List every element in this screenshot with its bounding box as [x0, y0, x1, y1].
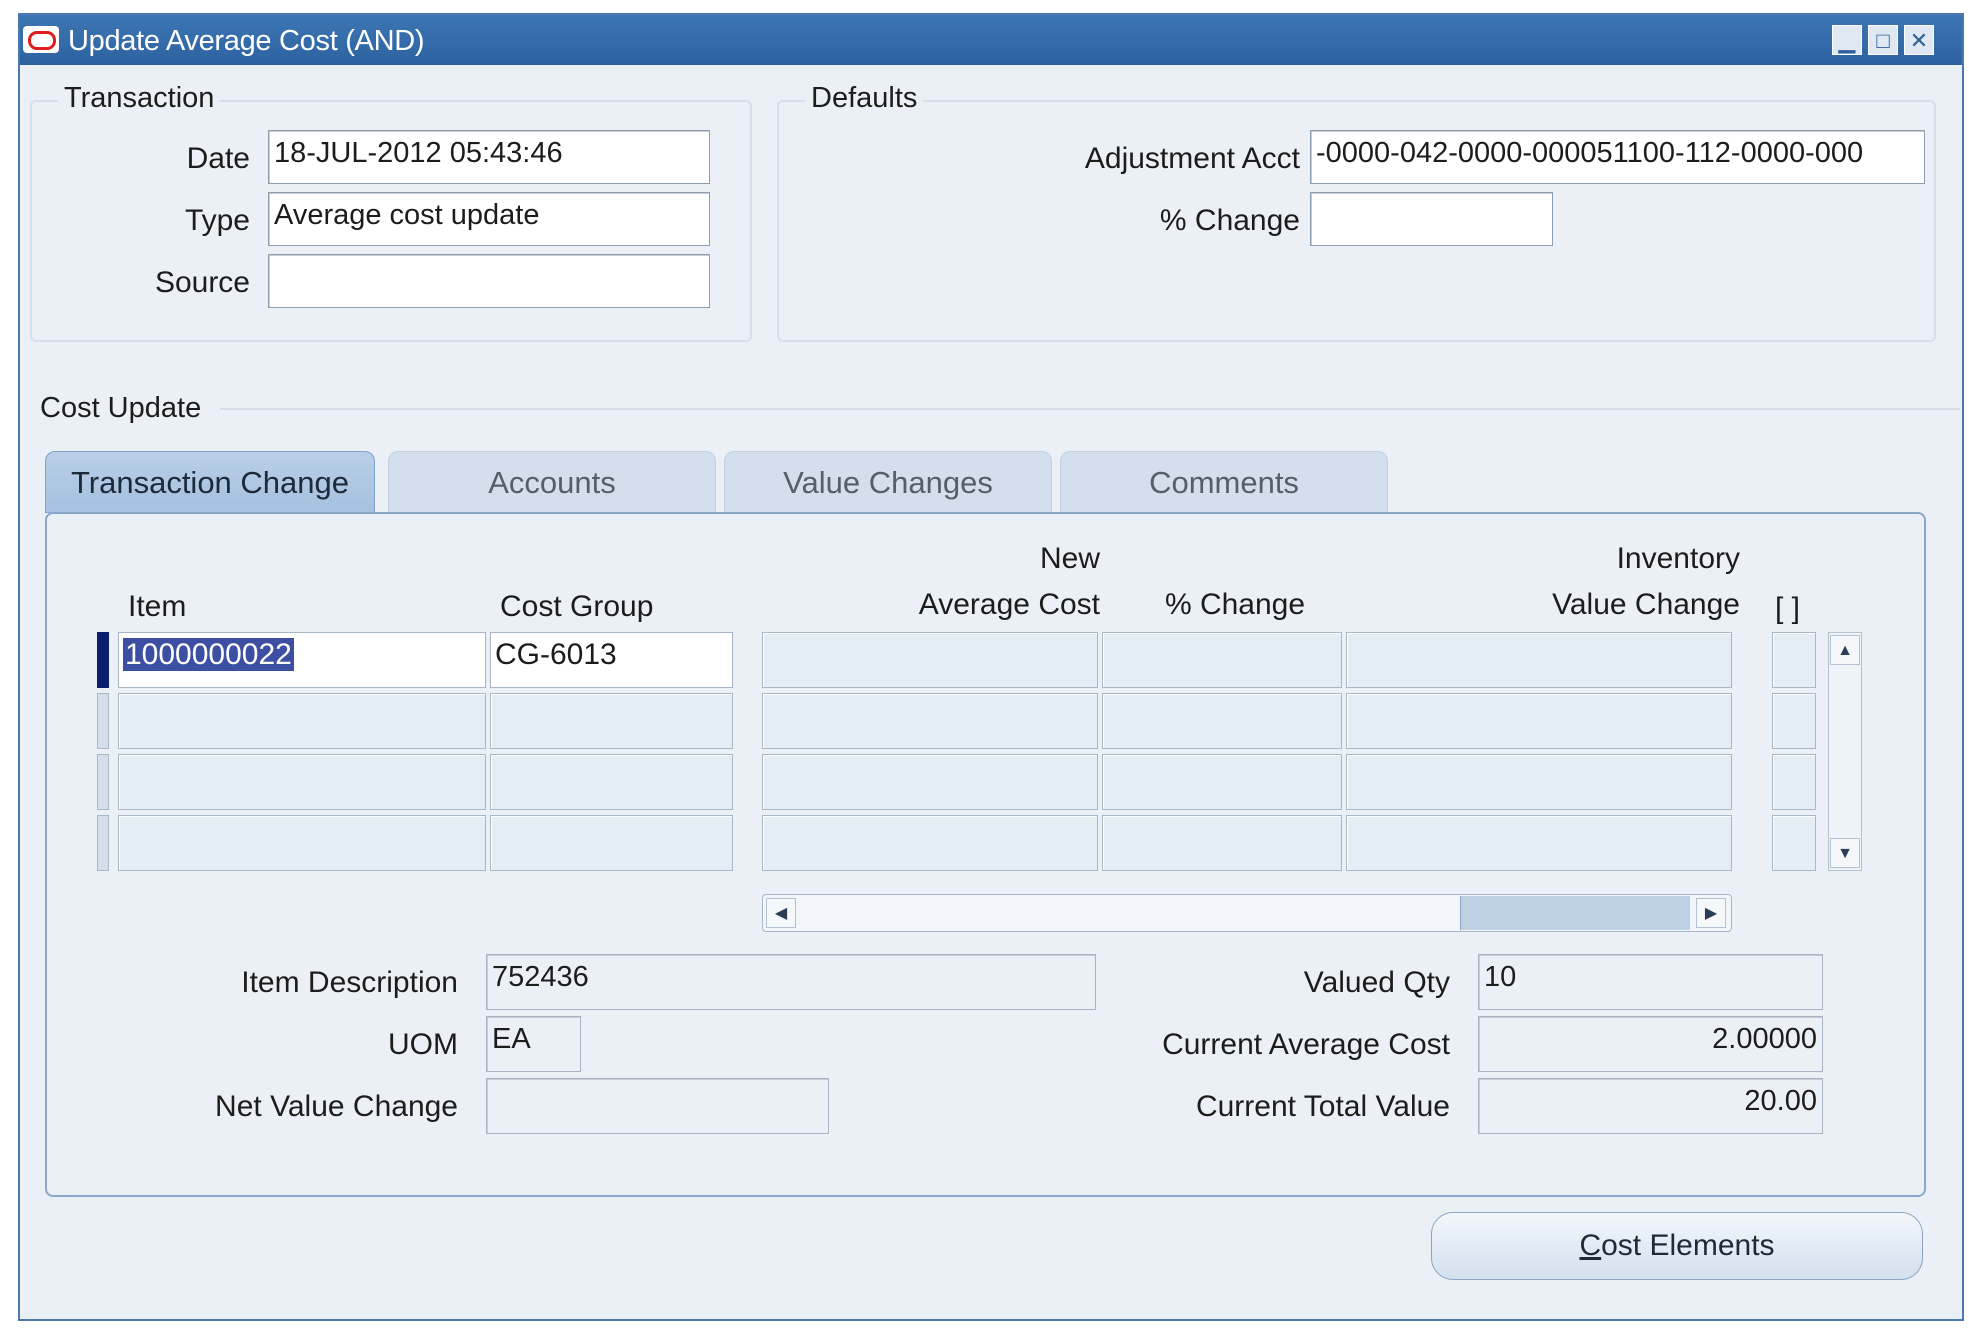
scroll-down-icon[interactable]: ▼ [1830, 838, 1860, 868]
type-field[interactable]: Average cost update [268, 192, 710, 246]
title-bar: Update Average Cost (AND) ▁ □ ✕ [20, 15, 1962, 65]
flexfield-cell[interactable] [1772, 754, 1816, 810]
current-avg-cost-label: Current Average Cost [1162, 1028, 1450, 1061]
row-indicator[interactable] [97, 754, 109, 810]
maximize-icon[interactable]: □ [1868, 25, 1898, 55]
flexfield-cell[interactable] [1772, 693, 1816, 749]
cost-elements-label: ost Elements [1601, 1229, 1775, 1262]
row-indicator[interactable] [97, 693, 109, 749]
item-selected-text: 1000000022 [123, 638, 294, 671]
flexfield-cell[interactable] [1772, 815, 1816, 871]
source-field[interactable] [268, 254, 710, 308]
item-description-field[interactable]: 752436 [486, 954, 1096, 1010]
col-new-avg-cost-line1: New [1039, 542, 1100, 575]
default-pct-change-field[interactable] [1310, 192, 1553, 246]
col-new-avg-cost-line2: Average Cost [918, 588, 1100, 621]
horizontal-scroll-thumb[interactable] [1460, 896, 1690, 930]
cost-elements-button[interactable]: Cost Elements [1431, 1212, 1923, 1280]
window-title: Update Average Cost (AND) [68, 25, 425, 57]
cost-update-divider [220, 408, 1960, 410]
current-total-value-label: Current Total Value [1195, 1090, 1450, 1123]
tab-transaction-change[interactable]: Transaction Change [45, 451, 375, 513]
cost-group-cell[interactable] [490, 815, 733, 871]
scroll-up-icon[interactable]: ▲ [1830, 635, 1860, 665]
minimize-icon[interactable]: ▁ [1832, 25, 1862, 55]
item-description-label: Item Description [241, 966, 458, 999]
cost-group-cell[interactable]: CG-6013 [490, 632, 733, 688]
transaction-group-label: Transaction [58, 82, 221, 115]
new-avg-cost-cell[interactable] [762, 815, 1098, 871]
col-inv-value-change-line2: Value Change [1552, 588, 1740, 621]
cost-update-label: Cost Update [40, 392, 202, 425]
col-flexfield: [ ] [1775, 592, 1801, 625]
col-inv-value-change-line1: Inventory [1616, 542, 1740, 575]
cost-elements-accelerator: C [1579, 1229, 1602, 1262]
scroll-right-icon[interactable]: ▶ [1696, 898, 1726, 928]
tab-comments[interactable]: Comments [1060, 451, 1388, 513]
item-cell[interactable]: 1000000022 [118, 632, 486, 688]
uom-field[interactable]: EA [486, 1016, 581, 1072]
new-avg-cost-cell[interactable] [762, 693, 1098, 749]
scroll-left-icon[interactable]: ◀ [766, 898, 796, 928]
cost-group-cell[interactable] [490, 693, 733, 749]
uom-label: UOM [388, 1028, 458, 1061]
defaults-group-label: Defaults [805, 82, 924, 115]
type-label: Type [184, 204, 250, 237]
net-value-change-field[interactable] [486, 1078, 829, 1134]
new-avg-cost-cell[interactable] [762, 632, 1098, 688]
net-value-change-label: Net Value Change [215, 1090, 458, 1123]
col-cost-group: Cost Group [500, 590, 654, 623]
new-avg-cost-cell[interactable] [762, 754, 1098, 810]
pct-change-cell[interactable] [1102, 693, 1342, 749]
date-label: Date [186, 142, 250, 175]
flexfield-cell[interactable] [1772, 632, 1816, 688]
pct-change-cell[interactable] [1102, 815, 1342, 871]
pct-change-cell[interactable] [1102, 632, 1342, 688]
col-pct-change: % Change [1164, 588, 1306, 621]
item-cell[interactable] [118, 815, 486, 871]
current-avg-cost-field[interactable]: 2.00000 [1478, 1016, 1823, 1072]
inv-value-change-cell[interactable] [1346, 693, 1732, 749]
row-indicator[interactable] [97, 815, 109, 871]
source-label: Source [154, 266, 250, 299]
vertical-scrollbar[interactable] [1828, 632, 1862, 871]
oracle-logo-icon [23, 26, 59, 53]
tab-value-changes[interactable]: Value Changes [724, 451, 1052, 513]
valued-qty-label: Valued Qty [1303, 966, 1450, 999]
inv-value-change-cell[interactable] [1346, 754, 1732, 810]
tab-accounts[interactable]: Accounts [388, 451, 716, 513]
valued-qty-field[interactable]: 10 [1478, 954, 1823, 1010]
cost-group-cell[interactable] [490, 754, 733, 810]
adjustment-acct-label: Adjustment Acct [1084, 142, 1300, 175]
date-field[interactable]: 18-JUL-2012 05:43:46 [268, 130, 710, 184]
item-cell[interactable] [118, 754, 486, 810]
close-icon[interactable]: ✕ [1904, 25, 1934, 55]
update-average-cost-window: Update Average Cost (AND) ▁ □ ✕ Transact… [18, 13, 1964, 1321]
default-pct-change-label: % Change [1159, 204, 1300, 237]
item-cell[interactable] [118, 693, 486, 749]
row-indicator-current[interactable] [97, 632, 109, 688]
pct-change-cell[interactable] [1102, 754, 1342, 810]
adjustment-acct-field[interactable]: -0000-042-0000-000051100-112-0000-000 [1310, 130, 1925, 184]
inv-value-change-cell[interactable] [1346, 815, 1732, 871]
col-item: Item [128, 590, 187, 623]
inv-value-change-cell[interactable] [1346, 632, 1732, 688]
current-total-value-field[interactable]: 20.00 [1478, 1078, 1823, 1134]
